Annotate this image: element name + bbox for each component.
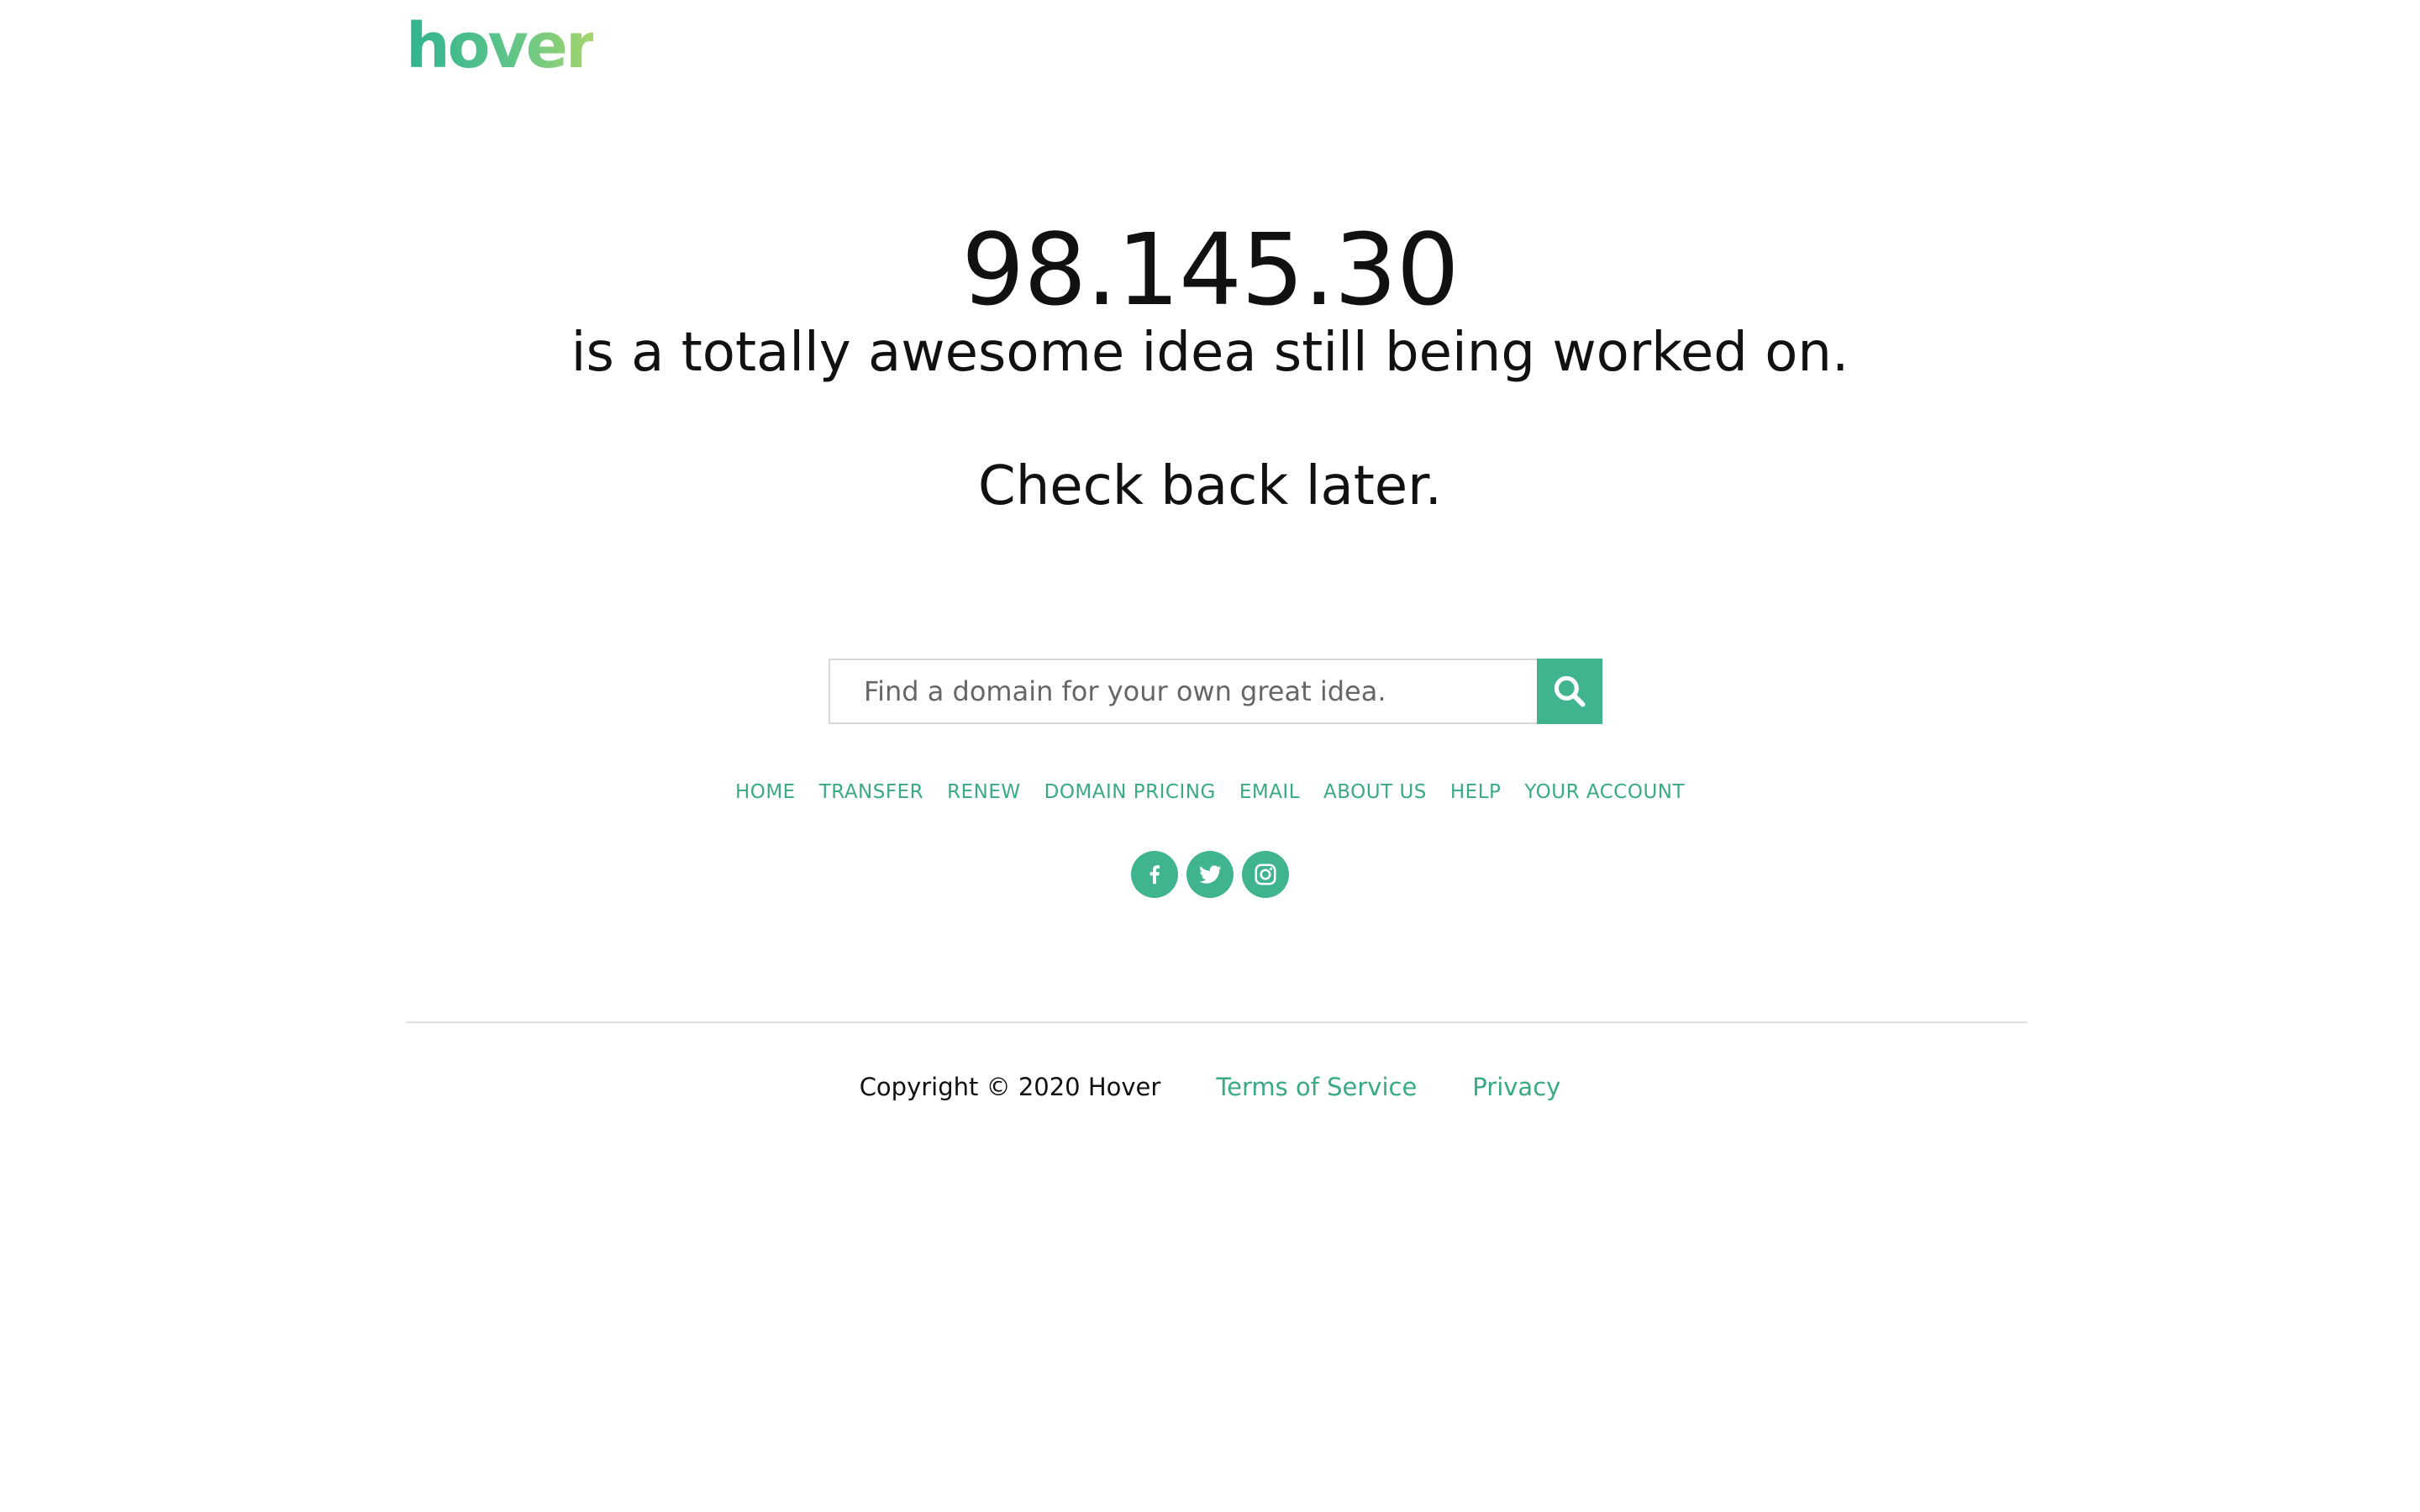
domain-search-input[interactable] <box>829 659 1537 724</box>
domain-name: 98.145.30 <box>961 212 1460 328</box>
footer-nav: HOME TRANSFER RENEW DOMAIN PRICING EMAIL… <box>0 783 2420 802</box>
nav-domain-pricing[interactable]: DOMAIN PRICING <box>1044 783 1216 802</box>
instagram-link[interactable] <box>1242 851 1289 898</box>
search-icon <box>1554 675 1586 707</box>
page: hover 98.145.30 is a totally awesome ide… <box>0 0 2420 1512</box>
nav-home[interactable]: HOME <box>735 783 796 802</box>
facebook-icon <box>1150 865 1160 885</box>
hover-logo[interactable]: hover <box>406 15 596 77</box>
domain-search-form <box>829 659 1602 724</box>
nav-transfer[interactable]: TRANSFER <box>819 783 923 802</box>
social-links <box>0 851 2420 898</box>
privacy-link[interactable]: Privacy <box>1472 1075 1560 1100</box>
nav-email[interactable]: EMAIL <box>1239 783 1300 802</box>
tagline: is a totally awesome idea still being wo… <box>571 322 1849 384</box>
facebook-link[interactable] <box>1131 851 1178 898</box>
terms-of-service-link[interactable]: Terms of Service <box>1216 1075 1417 1100</box>
footer: Copyright © 2020 Hover Terms of Service … <box>0 1075 2420 1100</box>
twitter-icon <box>1199 865 1222 884</box>
footer-divider <box>406 1021 2028 1023</box>
copyright-text: Copyright © 2020 Hover <box>859 1073 1161 1101</box>
nav-renew[interactable]: RENEW <box>947 783 1021 802</box>
nav-your-account[interactable]: YOUR ACCOUNT <box>1524 783 1685 802</box>
check-back-message: Check back later. <box>978 455 1442 517</box>
twitter-link[interactable] <box>1186 851 1234 898</box>
nav-about-us[interactable]: ABOUT US <box>1323 783 1427 802</box>
instagram-icon <box>1255 864 1276 885</box>
nav-help[interactable]: HELP <box>1450 783 1502 802</box>
search-button[interactable] <box>1537 659 1602 724</box>
